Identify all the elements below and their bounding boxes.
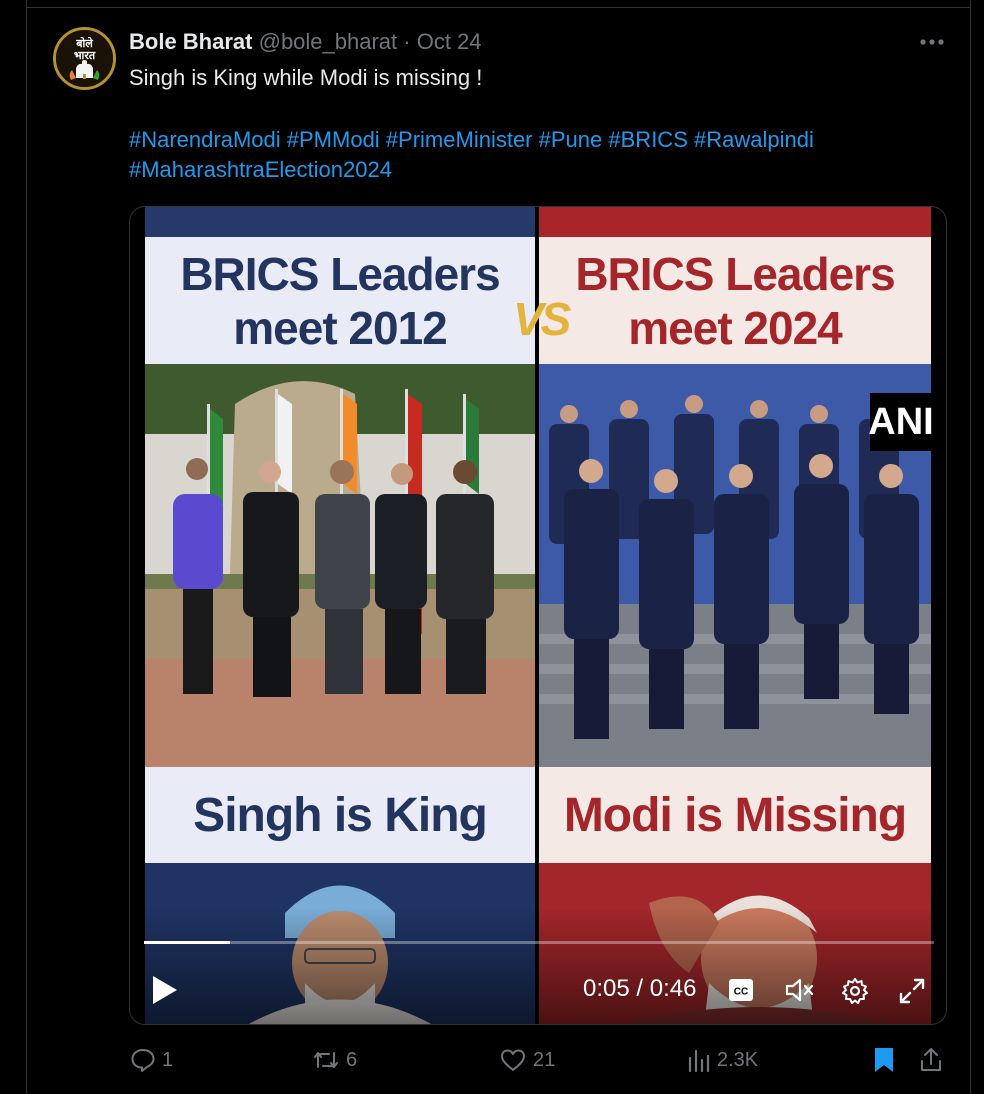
left-title-line2: meet 2012 [233,301,447,354]
right-title-line1: BRICS Leaders [575,247,895,300]
repost-icon [314,1052,338,1068]
progress-fill [144,941,231,944]
gear-icon [842,978,868,1004]
views-button[interactable]: 2.3K [687,1046,758,1074]
hashtag-primeminister[interactable]: #PrimeMinister [386,127,533,152]
time-separator: / [629,975,650,1002]
avatar[interactable]: बोले भारत [53,27,116,90]
timeline-right-border [970,0,971,1094]
tweet-header: Bole Bharat @bole_bharat · Oct 24 [129,28,482,56]
hashtag-list: #NarendraModi #PMModi #PrimeMinister #Pu… [129,125,929,185]
hashtag-pune[interactable]: #Pune [539,127,603,152]
timeline-left-border [26,0,27,1094]
muted-speaker-icon [785,978,814,1002]
hashtag-narendramodi[interactable]: #NarendraModi [129,127,281,152]
right-title-line2: meet 2024 [628,301,842,354]
reply-button[interactable]: 1 [130,1046,173,1074]
right-caption: Modi is Missing [539,767,931,863]
share-icon [921,1048,941,1071]
author-name[interactable]: Bole Bharat [129,29,252,54]
avatar-logo: बोले भारत [56,30,113,87]
author-handle[interactable]: @bole_bharat [259,29,398,54]
ani-watermark: ANI [868,393,934,451]
video-player[interactable]: BRICS Leaders meet 2012 Singh is King BR… [129,206,947,1025]
settings-button[interactable] [841,977,869,1005]
left-title: BRICS Leaders meet 2012 [145,237,535,364]
hashtag-rawalpindi[interactable]: #Rawalpindi [694,127,814,152]
hashtag-maharashtraelection2024[interactable]: #MaharashtraElection2024 [129,157,392,182]
header-separator: · [403,29,411,54]
reply-icon [131,1049,155,1072]
views-icon [688,1049,710,1073]
mute-button[interactable] [784,976,816,1004]
time-readout: 0:05 / 0:46 [583,975,696,1003]
duration: 0:46 [649,975,697,1002]
fullscreen-button[interactable] [898,977,926,1005]
views-count: 2.3K [717,1048,759,1071]
expand-icon [899,978,925,1004]
right-title: BRICS Leaders meet 2024 [539,237,931,364]
right-top-band [539,207,931,237]
like-count: 21 [533,1048,556,1071]
tweet-text: Singh is King while Modi is missing ! [129,65,483,90]
heart-icon [501,1049,525,1071]
repost-button[interactable]: 6 [312,1046,357,1074]
more-icon[interactable] [916,28,948,56]
progress-bar[interactable] [144,941,934,944]
tweet-date[interactable]: Oct 24 [417,29,482,54]
timeline-top-border [26,7,971,8]
share-button[interactable] [919,1046,943,1074]
captions-label: CC [734,987,748,998]
current-time: 0:05 [583,975,630,1002]
bookmark-icon [875,1048,893,1072]
left-group-photo [145,364,535,767]
vs-badge: VS [513,293,571,345]
play-icon [153,976,177,1004]
hashtag-pmmodi[interactable]: #PMModi [287,127,380,152]
right-panel: BRICS Leaders meet 2024 Modi is Missing [539,207,931,1024]
hashtag-brics[interactable]: #BRICS [608,127,687,152]
play-button[interactable] [150,973,180,1007]
like-button[interactable]: 21 [499,1046,555,1074]
captions-button[interactable]: CC [729,979,753,1001]
controls-overlay [130,907,946,1024]
left-caption: Singh is King [145,767,535,863]
bookmark-button[interactable] [872,1046,896,1074]
repost-count: 6 [346,1048,358,1071]
left-top-band [145,207,535,237]
captions-icon: CC [729,979,753,1001]
left-panel: BRICS Leaders meet 2012 Singh is King [145,207,535,1024]
reply-count: 1 [162,1048,174,1071]
left-title-line1: BRICS Leaders [180,247,500,300]
avatar-text-line1: बोले [75,36,93,50]
